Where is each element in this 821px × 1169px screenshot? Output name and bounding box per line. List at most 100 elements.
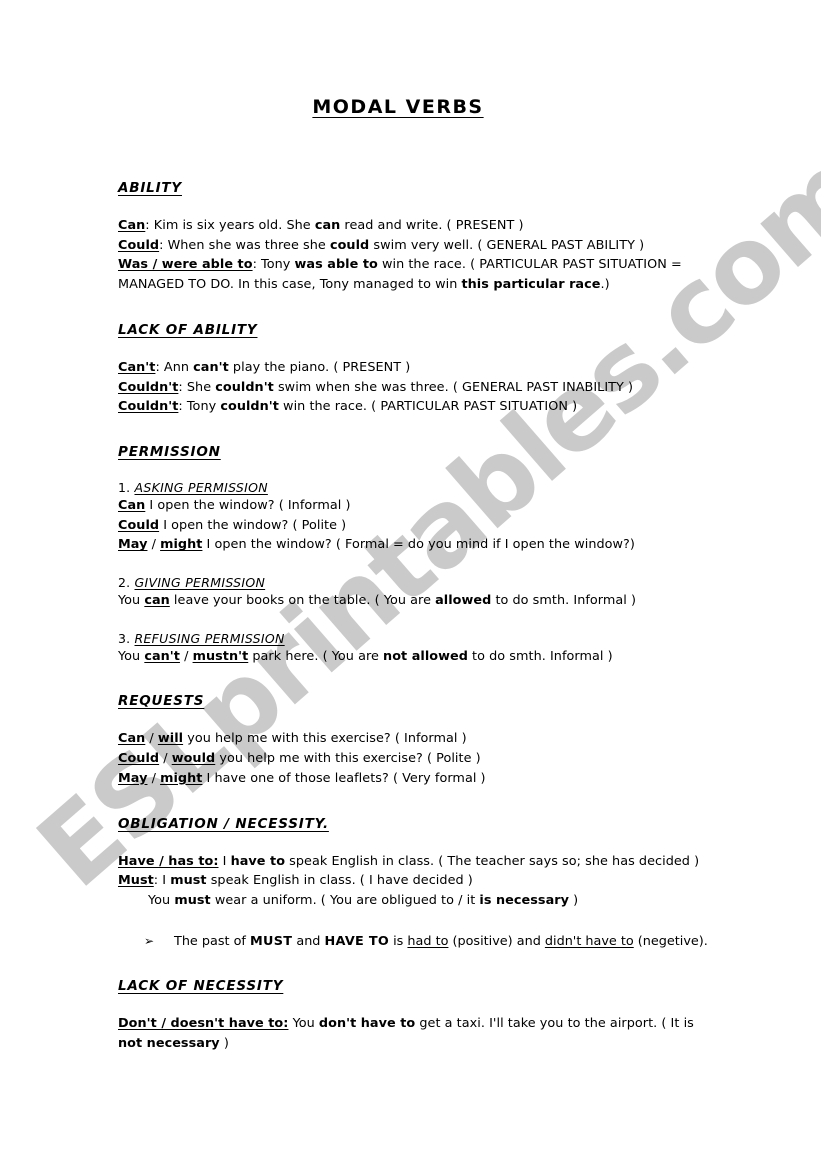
section-1-line: Couldn't: She couldn't swim when she was…: [118, 378, 718, 398]
bullet-4-run-8: (negetive).: [633, 933, 708, 949]
section-2-sub-1-line: You can leave your books on the table. (…: [118, 591, 718, 611]
line-block: Can: Kim is six years old. She can read …: [118, 216, 718, 295]
section-4-line-0-run-2: have to: [230, 853, 286, 869]
section-2-sub-2-line-0-run-1: can't: [144, 648, 180, 664]
section-2-sub-0-line-2-run-2: might: [160, 537, 203, 553]
section-0-line: Could: When she was three she could swim…: [118, 236, 718, 256]
section-2-sub-0-line-1-run-1: I open the window? ( Polite ): [159, 517, 347, 533]
subsection-number: 2.: [118, 575, 135, 591]
section-3-line: May / might I have one of those leaflets…: [118, 769, 718, 789]
bullet-4-run-1: MUST: [250, 933, 293, 949]
section-5-line-0-run-4: not necessary: [118, 1036, 220, 1052]
section-4-line-2-run-3: is necessary: [479, 892, 570, 908]
section-0-line-2-run-1: : Tony: [252, 257, 295, 273]
worksheet-body: MODAL VERBS ABILITY Can: Kim is six years…: [118, 96, 718, 1054]
section-heading: LACK OF NECESSITY: [118, 978, 284, 995]
subsection-title: GIVING PERMISSION: [134, 575, 266, 591]
section-0-line: Was / were able to: Tony was able to win…: [118, 255, 718, 294]
subsection: 1. ASKING PERMISSION Can I open the windo…: [118, 480, 718, 555]
section-2-sub-0-line-0-run-0: Can: [118, 497, 146, 513]
section-1-line-0-run-1: : Ann: [155, 359, 194, 375]
section-1-line-1-run-3: swim when she was three. ( GENERAL PAST …: [273, 379, 634, 395]
section-3-line-1-run-1: /: [159, 751, 172, 767]
section-4-line-0-run-3: speak English in class. ( The teacher sa…: [285, 853, 700, 869]
bullet-text: The past of MUST and HAVE TO is had to (…: [174, 932, 718, 952]
section-2-sub-0-line: Can I open the window? ( Informal ): [118, 496, 718, 516]
subsection-number: 1.: [118, 479, 135, 495]
bullet-4-run-5: had to: [407, 933, 449, 949]
section-4-line-2-run-2: wear a uniform. ( You are obligued to / …: [210, 892, 480, 908]
section-0-line-1-run-3: swim very well. ( GENERAL PAST ABILITY ): [369, 237, 645, 253]
line-block: Have / has to: I have to speak English i…: [118, 852, 718, 911]
subsection-heading: 2. GIVING PERMISSION: [118, 575, 718, 590]
section-4-line-2-run-1: must: [174, 892, 211, 908]
section-3-line-1-run-3: you help me with this exercise? ( Polite…: [215, 751, 481, 767]
subsection-number: 3.: [118, 630, 135, 646]
section-4-line-1-run-3: speak English in class. ( I have decided…: [206, 873, 473, 889]
arrowhead-bullet-icon: ➢: [144, 933, 155, 948]
section-2-sub-2-line-0-run-6: to do smth. Informal ): [467, 648, 613, 664]
section: ABILITY Can: Kim is six years old. She ca…: [118, 180, 718, 295]
subsection-heading: 1. ASKING PERMISSION: [118, 480, 718, 495]
section-2-sub-0-line-1-run-0: Could: [118, 517, 160, 533]
section-3-line-0-run-1: /: [145, 731, 158, 747]
section-2-sub-1-line-0-run-3: allowed: [435, 593, 492, 609]
section-3-line-0-run-3: you help me with this exercise? ( Inform…: [183, 731, 467, 747]
section-3-line: Could / would you help me with this exer…: [118, 749, 718, 769]
section-2-sub-2-line-0-run-4: park here. ( You are: [248, 648, 384, 664]
section-4-line-2-run-0: You: [148, 892, 175, 908]
section-2-sub-2-line-0-run-0: You: [118, 648, 145, 664]
section-2-sub-0-line: May / might I open the window? ( Formal …: [118, 535, 718, 555]
section-0-line-0-run-2: can: [314, 218, 341, 233]
section-2-sub-0-line-2-run-3: I open the window? ( Formal = do you min…: [202, 537, 635, 553]
section-0-line-0-run-0: Can: [118, 218, 146, 233]
subsection: 2. GIVING PERMISSION You can leave your b…: [118, 575, 718, 611]
section-3-line-2-run-3: I have one of those leaflets? ( Very for…: [202, 770, 486, 786]
section: LACK OF NECESSITY Don't / doesn't have to…: [118, 978, 718, 1053]
section-1-line: Couldn't: Tony couldn't win the race. ( …: [118, 397, 718, 417]
section-2-sub-1-line-0-run-4: to do smth. Informal ): [491, 593, 637, 609]
section-5-line: Don't / doesn't have to: You don't have …: [118, 1014, 718, 1053]
line-block: Can / will you help me with this exercis…: [118, 729, 718, 788]
section-heading: PERMISSION: [118, 443, 221, 460]
section-2-sub-2-line: You can't / mustn't park here. ( You are…: [118, 647, 718, 667]
section-1-line-2-run-3: win the race. ( PARTICULAR PAST SITUATIO…: [278, 399, 578, 415]
section-1-line-2-run-1: : Tony: [178, 399, 221, 415]
bullet-4-run-7: didn't have to: [544, 933, 634, 949]
section-4-line-1-run-1: : I: [153, 873, 171, 889]
line-block: Don't / doesn't have to: You don't have …: [118, 1014, 718, 1053]
section-4-line-0-run-0: Have / has to:: [118, 853, 219, 869]
section-3-line-1-run-0: Could: [118, 751, 160, 767]
section-0-line: Can: Kim is six years old. She can read …: [118, 216, 718, 236]
sections-container: ABILITY Can: Kim is six years old. She ca…: [118, 180, 718, 1054]
document-page: MODAL VERBS ABILITY Can: Kim is six years…: [0, 0, 821, 1169]
subsection: 3. REFUSING PERMISSION You can't / mustn'…: [118, 631, 718, 667]
section-4-line: Have / has to: I have to speak English i…: [118, 852, 718, 872]
section-2-sub-1-line-0-run-0: You: [118, 593, 145, 609]
section-2-sub-2-line-0-run-2: /: [179, 648, 193, 664]
section: PERMISSION 1. ASKING PERMISSION Can I open…: [118, 444, 718, 667]
section-1-line-1-run-2: couldn't: [215, 379, 274, 395]
section-0-line-0-run-3: read and write. ( PRESENT ): [340, 218, 524, 233]
bullet-note: ➢ The past of MUST and HAVE TO is had to …: [118, 932, 718, 952]
section-1-line-0-run-0: Can't: [118, 359, 156, 375]
section-0-line-2-run-2: was able to: [294, 257, 378, 273]
section-1-line-1-run-1: : She: [178, 379, 216, 395]
bullet-4-run-2: and: [292, 933, 325, 949]
section-0-line-1-run-1: : When she was three she: [159, 237, 330, 253]
section-3-line: Can / will you help me with this exercis…: [118, 729, 718, 749]
section-0-line-1-run-2: could: [329, 237, 370, 253]
section-4-line-1-run-2: must: [170, 873, 207, 889]
subsection-title: ASKING PERMISSION: [134, 479, 268, 495]
section: REQUESTS Can / will you help me with this…: [118, 693, 718, 788]
bullet-4-run-4: is: [389, 933, 408, 949]
section-3-line-0-run-0: Can: [118, 731, 146, 747]
section-heading: OBLIGATION / NECESSITY.: [118, 815, 329, 832]
section-2-sub-0-line: Could I open the window? ( Polite ): [118, 516, 718, 536]
section-2-sub-0-line-2-run-1: /: [147, 537, 161, 553]
section-4-line-0-run-1: I: [218, 853, 231, 869]
section-3-line-2-run-2: might: [160, 770, 203, 786]
section-1-line-1-run-0: Couldn't: [118, 379, 179, 395]
section-4-line-1-run-0: Must: [118, 873, 154, 889]
section-5-line-0-run-1: You: [288, 1016, 319, 1032]
